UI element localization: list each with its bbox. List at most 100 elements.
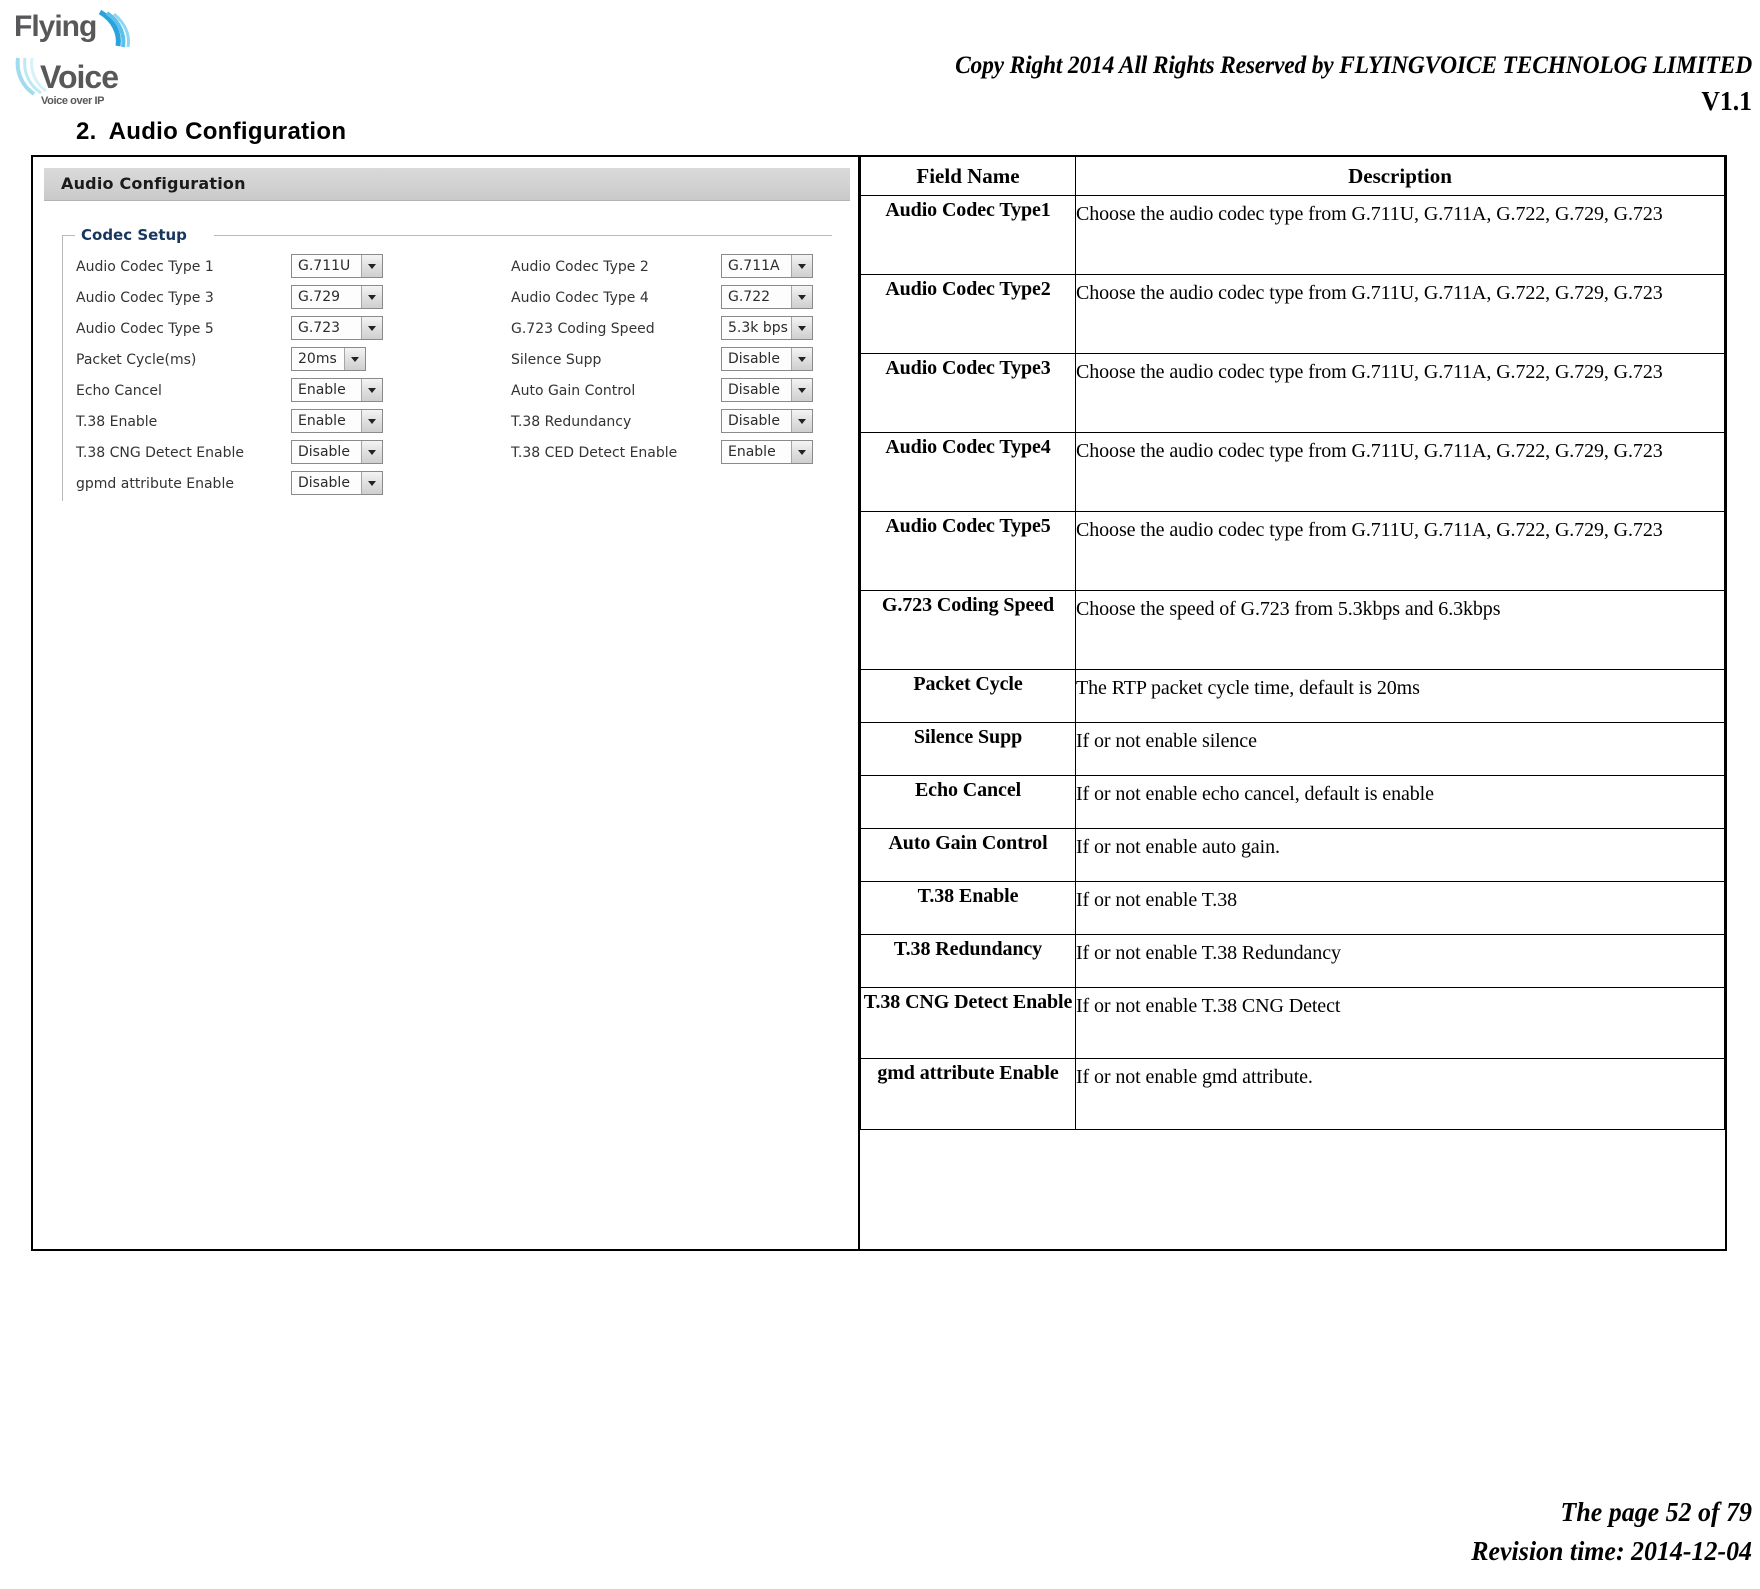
label-t38-redundancy: T.38 Redundancy [511,414,632,430]
chevron-down-icon[interactable] [791,317,812,339]
chevron-down-icon[interactable] [361,286,382,308]
select-silence-supp[interactable]: Disable [721,347,813,371]
select-audio-codec-type-2[interactable]: G.711A [721,254,813,278]
screenshot-cell: Audio Configuration Codec Setup Audio Co… [31,155,860,1251]
table-row: G.723 Coding Speed Choose the speed of G… [860,590,1725,670]
cell-description: Choose the speed of G.723 from 5.3kbps a… [1075,590,1725,670]
select-gpmd-attribute-enable[interactable]: Disable [291,471,383,495]
form-row: Packet Cycle(ms) 20ms Silence Supp Disab… [76,347,832,378]
cell-description: If or not enable gmd attribute. [1075,1058,1725,1130]
select-gpmd-attribute-enable-value: Disable [298,475,350,491]
select-auto-gain-control-value: Disable [728,382,780,398]
cell-description: If or not enable T.38 CNG Detect [1075,987,1725,1059]
cell-field-name: Echo Cancel [860,775,1076,829]
select-audio-codec-type-4[interactable]: G.722 [721,285,813,309]
chevron-down-icon[interactable] [791,348,812,370]
field-description-table-cell: Field Name Description Audio Codec Type1… [860,155,1727,1251]
select-audio-codec-type-4-value: G.722 [728,289,771,305]
cell-description: If or not enable T.38 Redundancy [1075,934,1725,988]
select-t38-ced-detect-enable[interactable]: Enable [721,440,813,464]
select-t38-enable[interactable]: Enable [291,409,383,433]
select-audio-codec-type-5-value: G.723 [298,320,341,336]
audio-configuration-window: Audio Configuration Codec Setup Audio Co… [44,168,850,658]
select-audio-codec-type-5[interactable]: G.723 [291,316,383,340]
cell-field-name: Audio Codec Type5 [860,511,1076,591]
chevron-down-icon[interactable] [361,317,382,339]
label-t38-cng-detect-enable: T.38 CNG Detect Enable [76,445,244,461]
cell-description: Choose the audio codec type from G.711U,… [1075,511,1725,591]
label-audio-codec-type-4: Audio Codec Type 4 [511,290,649,306]
label-gpmd-attribute-enable: gpmd attribute Enable [76,476,234,492]
select-audio-codec-type-3[interactable]: G.729 [291,285,383,309]
fieldset-rule-vertical [62,235,63,501]
copyright-notice: Copy Right 2014 All Rights Reserved by F… [955,52,1752,79]
cell-field-name: G.723 Coding Speed [860,590,1076,670]
select-t38-cng-detect-enable-value: Disable [298,444,350,460]
label-t38-enable: T.38 Enable [76,414,158,430]
cell-field-name: Packet Cycle [860,669,1076,723]
select-t38-redundancy[interactable]: Disable [721,409,813,433]
chevron-down-icon[interactable] [361,472,382,494]
select-auto-gain-control[interactable]: Disable [721,378,813,402]
table-row: Packet Cycle The RTP packet cycle time, … [860,669,1725,723]
label-g723-coding-speed: G.723 Coding Speed [511,321,655,337]
table-row: Silence Supp If or not enable silence [860,722,1725,776]
chevron-down-icon[interactable] [361,441,382,463]
cell-description: If or not enable silence [1075,722,1725,776]
chevron-down-icon[interactable] [791,255,812,277]
chevron-down-icon[interactable] [791,410,812,432]
form-row: Audio Codec Type 3 G.729 Audio Codec Typ… [76,285,832,316]
select-t38-enable-value: Enable [298,413,346,429]
cell-field-name: T.38 Enable [860,881,1076,935]
select-t38-redundancy-value: Disable [728,413,780,429]
label-silence-supp: Silence Supp [511,352,602,368]
select-echo-cancel[interactable]: Enable [291,378,383,402]
chevron-down-icon[interactable] [361,410,382,432]
select-g723-coding-speed[interactable]: 5.3k bps [721,316,813,340]
cell-description: If or not enable echo cancel, default is… [1075,775,1725,829]
table-row: Echo Cancel If or not enable echo cancel… [860,775,1725,829]
fieldset-legend: Codec Setup [75,226,193,244]
table-row: T.38 CNG Detect Enable If or not enable … [860,987,1725,1059]
cell-field-name: Audio Codec Type4 [860,432,1076,512]
select-audio-codec-type-2-value: G.711A [728,258,780,274]
select-silence-supp-value: Disable [728,351,780,367]
chevron-down-icon[interactable] [791,379,812,401]
chevron-down-icon[interactable] [361,255,382,277]
cell-field-name: Silence Supp [860,722,1076,776]
select-audio-codec-type-1[interactable]: G.711U [291,254,383,278]
table-row: Audio Codec Type2 Choose the audio codec… [860,274,1725,354]
svg-text:Voice: Voice [40,59,118,95]
page-title: 2. Audio Configuration [76,118,346,146]
select-t38-cng-detect-enable[interactable]: Disable [291,440,383,464]
fieldset-rule-right [214,235,832,236]
select-packet-cycle[interactable]: 20ms [291,347,366,371]
chevron-down-icon[interactable] [344,348,365,370]
table-row: T.38 Redundancy If or not enable T.38 Re… [860,934,1725,988]
cell-description: If or not enable T.38 [1075,881,1725,935]
table-row: Auto Gain Control If or not enable auto … [860,828,1725,882]
cell-field-name: gmd attribute Enable [860,1058,1076,1130]
label-audio-codec-type-3: Audio Codec Type 3 [76,290,214,306]
window-titlebar: Audio Configuration [44,168,850,201]
header-text-block: Copy Right 2014 All Rights Reserved by F… [552,52,1752,117]
chevron-down-icon[interactable] [791,286,812,308]
chevron-down-icon[interactable] [791,441,812,463]
cell-field-name: Audio Codec Type3 [860,353,1076,433]
chevron-down-icon[interactable] [361,379,382,401]
cell-description: Choose the audio codec type from G.711U,… [1075,432,1725,512]
cell-description: Choose the audio codec type from G.711U,… [1075,353,1725,433]
label-audio-codec-type-5: Audio Codec Type 5 [76,321,214,337]
label-audio-codec-type-2: Audio Codec Type 2 [511,259,649,275]
label-echo-cancel: Echo Cancel [76,383,162,399]
cell-field-name: T.38 CNG Detect Enable [860,987,1076,1059]
page-number: The page 52 of 79 [1560,1496,1752,1527]
table-row: Audio Codec Type4 Choose the audio codec… [860,432,1725,512]
cell-field-name: Auto Gain Control [860,828,1076,882]
table-header-row: Field Name Description [860,157,1725,196]
codec-setup-fieldset: Codec Setup Audio Codec Type 1 G.711U Au… [62,226,832,501]
page-footer: The page 52 of 79 Revision time: 2014-12… [852,1493,1752,1571]
label-auto-gain-control: Auto Gain Control [511,383,636,399]
table-row: Audio Codec Type3 Choose the audio codec… [860,353,1725,433]
select-echo-cancel-value: Enable [298,382,346,398]
